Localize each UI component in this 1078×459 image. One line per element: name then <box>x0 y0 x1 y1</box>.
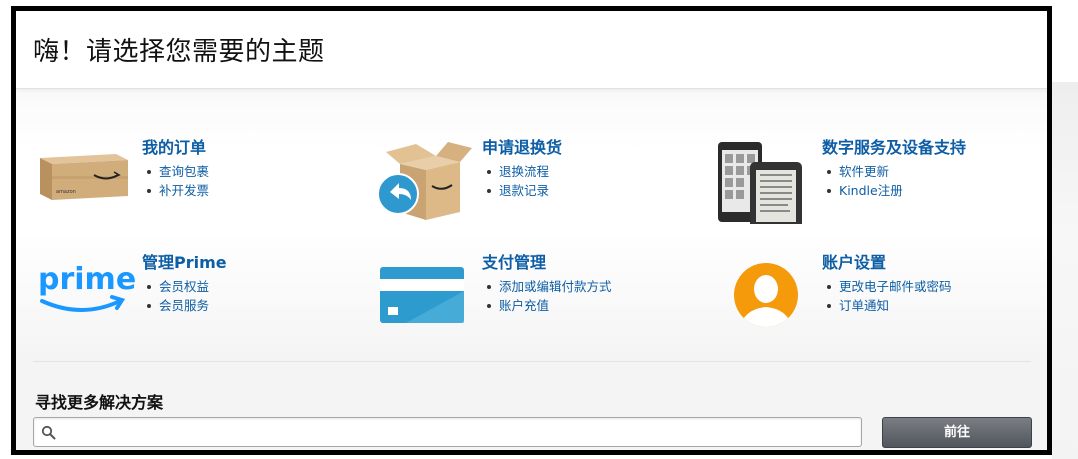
prime-logo-text: prime <box>38 262 136 297</box>
my-orders-links: 查询包裹 补开发票 <box>142 162 209 200</box>
link-account-topup[interactable]: 账户充值 <box>482 296 612 315</box>
returns-link[interactable]: 申请退换货 <box>482 134 562 158</box>
my-orders-link[interactable]: 我的订单 <box>142 134 206 158</box>
returns-links: 退换流程 退款记录 <box>482 162 549 200</box>
search-icon <box>41 425 56 440</box>
link-change-email-password[interactable]: 更改电子邮件或密码 <box>822 277 952 296</box>
tile-digital-services: 数字服务及设备支持 软件更新 Kindle注册 <box>716 134 1046 234</box>
payment-link[interactable]: 支付管理 <box>482 249 546 273</box>
link-return-process[interactable]: 退换流程 <box>482 162 549 181</box>
background-strip <box>1052 82 1078 459</box>
go-button[interactable]: 前往 <box>882 417 1032 448</box>
page-title: 嗨！请选择您需要的主题 <box>33 37 325 67</box>
page-header: 嗨！请选择您需要的主题 <box>16 11 1047 89</box>
return-box-icon <box>376 134 476 224</box>
link-kindle-register[interactable]: Kindle注册 <box>822 181 903 200</box>
tile-account-settings: 账户设置 更改电子邮件或密码 订单通知 <box>716 249 1046 349</box>
search-field[interactable] <box>33 417 862 447</box>
link-track-package[interactable]: 查询包裹 <box>142 162 209 181</box>
digital-services-links: 软件更新 Kindle注册 <box>822 162 903 200</box>
link-invoice[interactable]: 补开发票 <box>142 181 209 200</box>
link-software-update[interactable]: 软件更新 <box>822 162 903 181</box>
tile-my-orders: amazon 我的订单 查询包裹 补开发票 <box>36 134 366 234</box>
search-input[interactable] <box>62 421 852 443</box>
box-brand-label: amazon <box>56 189 76 195</box>
digital-services-link[interactable]: 数字服务及设备支持 <box>822 134 966 158</box>
tile-returns: 申请退换货 退换流程 退款记录 <box>376 134 706 234</box>
link-member-benefits[interactable]: 会员权益 <box>142 277 209 296</box>
kindle-devices-icon <box>716 134 816 230</box>
tile-prime: prime 管理Prime 会员权益 会员服务 <box>36 249 366 349</box>
help-topics-panel: 嗨！请选择您需要的主题 amazon 我的订单 查询包裹 补开发票 申请退换货 … <box>11 6 1052 455</box>
link-refund-records[interactable]: 退款记录 <box>482 181 549 200</box>
prime-logo-icon: prime <box>36 249 136 339</box>
account-settings-link[interactable]: 账户设置 <box>822 249 886 273</box>
link-order-notifications[interactable]: 订单通知 <box>822 296 952 315</box>
user-avatar-icon <box>716 249 816 339</box>
section-divider <box>33 361 1031 362</box>
credit-card-icon <box>376 249 476 339</box>
link-member-services[interactable]: 会员服务 <box>142 296 209 315</box>
more-solutions-heading: 寻找更多解决方案 <box>35 393 164 412</box>
link-edit-payment[interactable]: 添加或编辑付款方式 <box>482 277 612 296</box>
tile-payment: 支付管理 添加或编辑付款方式 账户充值 <box>376 249 706 349</box>
prime-link[interactable]: 管理Prime <box>142 249 227 273</box>
account-settings-links: 更改电子邮件或密码 订单通知 <box>822 277 952 315</box>
prime-links: 会员权益 会员服务 <box>142 277 209 315</box>
package-box-icon: amazon <box>36 134 136 224</box>
payment-links: 添加或编辑付款方式 账户充值 <box>482 277 612 315</box>
